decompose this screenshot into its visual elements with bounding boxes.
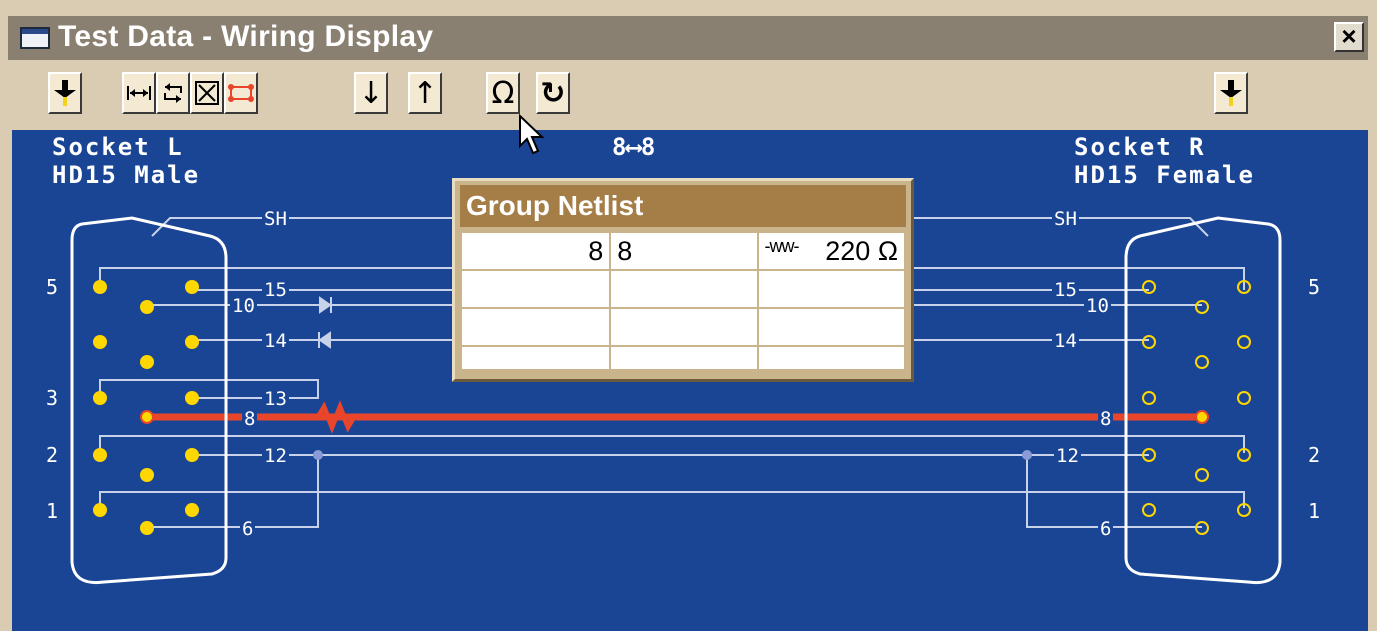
resistor-icon: -ww-	[764, 235, 800, 256]
wire-label: 15	[1052, 277, 1079, 303]
wire-label: 14	[1052, 328, 1079, 354]
left-row-label: 3	[46, 386, 61, 410]
expand-icon	[195, 81, 219, 105]
expand-button[interactable]	[190, 72, 224, 114]
netlist-value	[756, 345, 907, 371]
connector-pin-icon	[1220, 80, 1242, 106]
stretch-button[interactable]	[122, 72, 156, 114]
netlist-value-cell: -ww- 220 Ω	[756, 231, 907, 271]
ohm-button[interactable]: Ω	[486, 72, 520, 114]
refresh-icon: ↻	[540, 75, 566, 111]
swap-arrows-icon	[164, 83, 182, 103]
right-row-label: 5	[1308, 275, 1323, 299]
toolbar: ↓ ↑ Ω ↻	[8, 60, 1368, 128]
wire-label: 8	[1098, 406, 1114, 432]
link-button[interactable]	[224, 72, 258, 114]
wire-label: 15	[262, 277, 289, 303]
wire-label: 12	[262, 443, 289, 469]
netlist-table: 8 8 -ww- 220 Ω	[459, 231, 907, 371]
left-socket-name: Socket L	[52, 133, 184, 161]
refresh-button[interactable]: ↻	[536, 72, 570, 114]
wiring-canvas[interactable]: Socket L HD15 Male 8⟷8 Socket R HD15 Fem…	[12, 130, 1368, 631]
netlist-value	[756, 269, 907, 309]
arrow-up-icon: ↑	[412, 75, 438, 111]
wire-label: 12	[1054, 443, 1081, 469]
wire-label: 8	[242, 406, 258, 432]
netlist-from	[459, 307, 612, 347]
right-row-label: 1	[1308, 499, 1323, 523]
right-row-label: 2	[1308, 443, 1323, 467]
link-red-icon	[228, 84, 254, 102]
left-socket-type: HD15 Male	[52, 161, 201, 189]
close-button[interactable]: ×	[1334, 22, 1364, 52]
connector-pin-icon	[54, 80, 76, 106]
netlist-title: Group Netlist	[460, 185, 906, 227]
stretch-horizontal-icon	[127, 86, 151, 100]
netlist-to	[609, 307, 759, 347]
left-row-label: 2	[46, 443, 61, 467]
window-icon	[20, 27, 50, 49]
move-up-button[interactable]: ↑	[408, 72, 442, 114]
left-connector-button[interactable]	[48, 72, 82, 114]
netlist-to	[609, 345, 759, 371]
right-socket-name: Socket R	[1074, 133, 1206, 161]
netlist-from	[459, 345, 612, 371]
swap-button[interactable]	[156, 72, 190, 114]
connection-summary: 8⟷8	[612, 133, 656, 161]
left-row-label: 5	[46, 275, 61, 299]
arrow-down-icon: ↓	[358, 75, 384, 111]
netlist-to	[609, 269, 759, 309]
right-socket-type: HD15 Female	[1074, 161, 1255, 189]
wire-label: SH	[1052, 206, 1079, 232]
netlist-from	[459, 269, 612, 309]
close-icon: ×	[1341, 21, 1357, 51]
netlist-to: 8	[609, 231, 759, 271]
wire-label: 6	[240, 516, 256, 542]
wire-label: SH	[262, 206, 289, 232]
table-row[interactable]	[459, 345, 907, 371]
title-bar[interactable]: Test Data - Wiring Display ×	[8, 16, 1368, 61]
window-title: Test Data - Wiring Display	[58, 20, 434, 53]
wiring-display-window: Test Data - Wiring Display × ↓ ↑ Ω ↻ Soc…	[0, 0, 1377, 631]
table-row[interactable]	[459, 269, 907, 309]
netlist-value	[756, 307, 907, 347]
group-netlist-panel[interactable]: Group Netlist 8 8 -ww- 220 Ω	[452, 178, 914, 382]
table-row[interactable]: 8 8 -ww- 220 Ω	[459, 231, 907, 271]
left-row-label: 1	[46, 499, 61, 523]
netlist-value: 220 Ω	[825, 235, 898, 266]
table-row[interactable]	[459, 307, 907, 347]
wire-label: 6	[1098, 516, 1114, 542]
ohm-icon: Ω	[491, 75, 515, 111]
mouse-cursor-icon	[519, 114, 545, 155]
right-connector-button[interactable]	[1214, 72, 1248, 114]
wire-label: 10	[1084, 293, 1111, 319]
move-down-button[interactable]: ↓	[354, 72, 388, 114]
wire-label: 14	[262, 328, 289, 354]
netlist-from: 8	[459, 231, 612, 271]
wire-label: 10	[230, 293, 257, 319]
wire-label: 13	[262, 386, 289, 412]
